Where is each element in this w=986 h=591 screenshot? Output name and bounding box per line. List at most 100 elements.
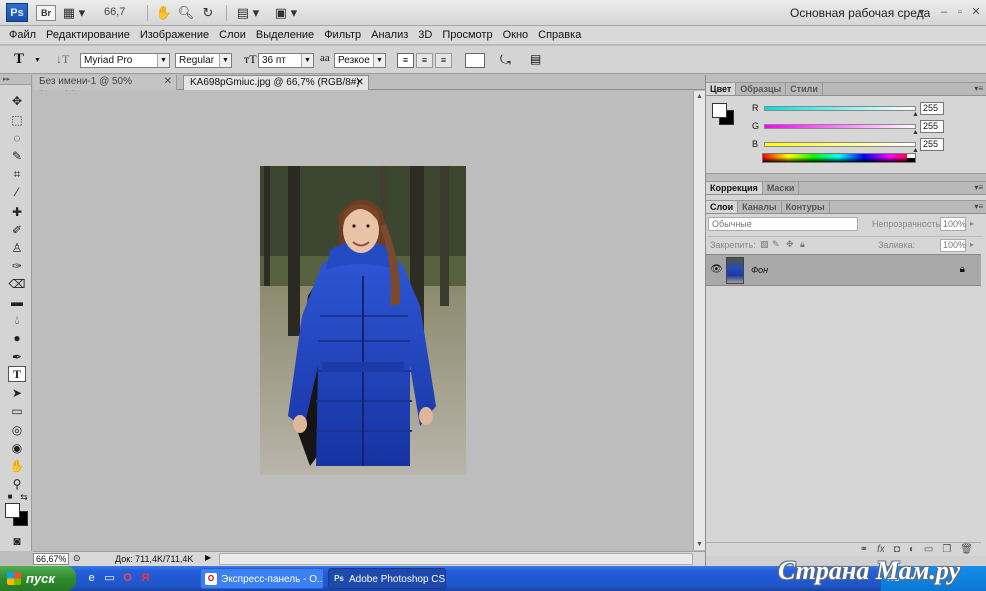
vertical-scrollbar[interactable]: ▲ ▼ [693, 91, 705, 550]
align-center-icon[interactable]: ≡ [416, 53, 433, 68]
rotate-view-icon[interactable]: ↻ [200, 4, 216, 22]
start-button[interactable]: пуск [0, 566, 76, 591]
antialias-select[interactable]: Резкое ▼ [334, 53, 386, 68]
channel-b-input[interactable]: 255 [920, 138, 944, 151]
brush-tool-icon[interactable]: ✐ [8, 222, 26, 238]
tab-paths[interactable]: Контуры [782, 201, 830, 213]
screen-mode-icon[interactable]: ▣ ▾ [272, 4, 300, 22]
minimize-icon[interactable]: – [937, 5, 951, 19]
close-icon[interactable]: ✕ [164, 75, 172, 89]
menu-window[interactable]: Окно [498, 29, 534, 41]
gradient-tool-icon[interactable]: ▬ [8, 294, 26, 310]
delete-layer-icon[interactable]: 🗑︎ [960, 543, 973, 556]
lock-transparency-icon[interactable]: ▨ [760, 239, 769, 250]
layer-row[interactable]: 👁︎ Фон 🔒︎ [706, 254, 981, 286]
healing-brush-icon[interactable]: ✚ [8, 204, 26, 220]
black-white-swatch[interactable] [907, 154, 915, 162]
workspace-switcher[interactable]: Основная рабочая среда [790, 6, 930, 20]
new-layer-icon[interactable]: ❐ [942, 543, 951, 556]
foreground-color[interactable] [5, 503, 20, 518]
blend-mode-select[interactable]: Обычные [708, 217, 858, 231]
align-right-icon[interactable]: ≡ [435, 53, 452, 68]
crop-tool-icon[interactable]: ⌗ [8, 166, 26, 182]
add-mask-icon[interactable]: ◘ [894, 543, 900, 556]
tab-adjustments[interactable]: Коррекция [706, 182, 763, 194]
new-group-icon[interactable]: ▭ [924, 543, 933, 556]
tab-swatches[interactable]: Образцы [736, 83, 787, 95]
font-style-select[interactable]: Regular ▼ [175, 53, 232, 68]
tab-color[interactable]: Цвет [706, 83, 737, 95]
arrange-documents-icon[interactable]: ▤ ▾ [234, 4, 262, 22]
path-selection-icon[interactable]: ➤ [8, 385, 26, 401]
font-size-select[interactable]: 36 пт ▼ [258, 53, 314, 68]
close-icon[interactable]: ✕ [969, 5, 983, 19]
quick-mask-icon[interactable]: ◙ [8, 533, 26, 549]
lock-all-icon[interactable]: 🔒︎ [800, 239, 805, 250]
tab-untitled[interactable]: Без имени-1 @ 50% (RGB/8) ✕ [33, 75, 177, 101]
dodge-tool-icon[interactable]: ● [8, 330, 26, 346]
menu-select[interactable]: Выделение [251, 29, 319, 41]
chevron-right-icon[interactable]: ▸ [970, 240, 974, 249]
scroll-up-icon[interactable]: ▲ [696, 93, 703, 100]
chevron-down-icon[interactable]: ▼ [34, 57, 41, 64]
shape-tool-icon[interactable]: ▭ [8, 403, 26, 419]
tab-masks[interactable]: Маски [763, 182, 800, 194]
taskbar-item-opera[interactable]: O Экспресс-панель - О... [200, 568, 324, 589]
menu-filter[interactable]: Фильтр [319, 29, 366, 41]
yandex-icon[interactable]: Я [138, 571, 153, 586]
ie-icon[interactable]: e [84, 571, 99, 586]
color-swatches[interactable] [5, 503, 29, 527]
eyedropper-tool-icon[interactable]: ⁄ [8, 184, 26, 200]
type-tool-icon[interactable]: T [8, 366, 26, 382]
channel-b-slider[interactable] [764, 142, 916, 147]
character-panel-icon[interactable]: ▤ [530, 52, 541, 66]
clone-stamp-icon[interactable]: ♙ [8, 240, 26, 256]
align-left-icon[interactable]: ≡ [397, 53, 414, 68]
3d-rotate-icon[interactable]: ◎ [8, 422, 26, 438]
opacity-input[interactable]: 100% [940, 217, 966, 231]
link-layers-icon[interactable]: ⚭ [860, 543, 868, 556]
color-spectrum-bar[interactable] [762, 153, 916, 163]
status-zoom-field[interactable]: 66,67% [33, 553, 69, 565]
layer-style-icon[interactable]: fx [877, 543, 885, 556]
lock-pixels-icon[interactable]: ✎ [772, 239, 780, 250]
channel-r-input[interactable]: 255 [920, 102, 944, 115]
type-tool-preset-icon[interactable]: T [14, 51, 24, 68]
channel-g-input[interactable]: 255 [920, 120, 944, 133]
taskbar-item-photoshop[interactable]: Ps Adobe Photoshop CS... [328, 568, 446, 589]
restore-icon[interactable]: ▫ [953, 5, 967, 19]
hand-tool-icon[interactable]: ✋ [156, 4, 172, 22]
lasso-tool-icon[interactable]: ◌ [8, 130, 26, 146]
zoom-tool-icon[interactable]: 🔍︎ [178, 4, 195, 22]
status-info-icon[interactable]: ⊙ [73, 553, 81, 564]
menu-layers[interactable]: Слои [214, 29, 251, 41]
warp-text-icon[interactable]: ⤿ [500, 52, 511, 68]
menu-file[interactable]: Файл [4, 29, 41, 41]
menu-3d[interactable]: 3D [413, 29, 437, 41]
move-tool-icon[interactable]: ✥ [8, 93, 26, 109]
menu-analysis[interactable]: Анализ [366, 29, 413, 41]
photoshop-logo[interactable]: Ps [6, 3, 28, 22]
panel-collapse-icon[interactable]: ▸▸ [0, 75, 31, 85]
slider-thumb-icon[interactable]: ▲ [912, 129, 919, 136]
3d-orbit-icon[interactable]: ◉ [8, 440, 26, 456]
status-menu-arrow-icon[interactable]: ▶ [205, 553, 211, 562]
horizontal-scrollbar[interactable] [219, 553, 693, 565]
close-icon[interactable]: ✕ [356, 76, 364, 90]
panel-menu-icon[interactable]: ▾≡ [974, 83, 983, 95]
tab-photo[interactable]: KA698pGmiuc.jpg @ 66,7% (RGB/8#) ✕ [183, 75, 369, 90]
layer-name[interactable]: Фон [751, 265, 768, 275]
eye-icon[interactable]: 👁︎ [710, 264, 723, 275]
tab-styles[interactable]: Стили [786, 83, 823, 95]
font-family-select[interactable]: Myriad Pro ▼ [80, 53, 170, 68]
menu-help[interactable]: Справка [533, 29, 586, 41]
tab-layers[interactable]: Слои [706, 201, 739, 213]
text-orientation-icon[interactable]: ↓T [56, 52, 69, 67]
marquee-tool-icon[interactable]: ⬚ [8, 112, 26, 128]
text-color-swatch[interactable] [465, 53, 485, 68]
menu-view[interactable]: Просмотр [437, 29, 497, 41]
show-desktop-icon[interactable]: ▭ [102, 571, 117, 586]
menu-edit[interactable]: Редактирование [41, 29, 135, 41]
bridge-button[interactable]: Br [36, 5, 56, 21]
pen-tool-icon[interactable]: ✒ [8, 349, 26, 365]
